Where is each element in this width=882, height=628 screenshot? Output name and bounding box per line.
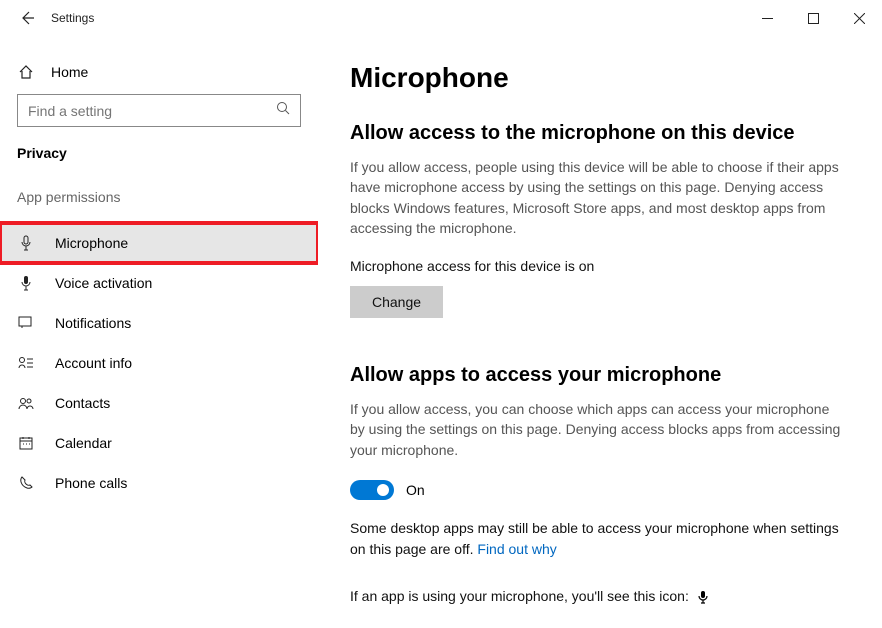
- phone-icon: [17, 476, 35, 490]
- window-title: Settings: [51, 11, 94, 25]
- apps-access-toggle[interactable]: [350, 480, 394, 500]
- sidebar: Home Privacy App permissions Microphone: [0, 36, 318, 503]
- microphone-icon: [17, 235, 35, 251]
- sidebar-item-label: Calendar: [55, 435, 112, 451]
- section-heading: Allow access to the microphone on this d…: [350, 122, 848, 145]
- desktop-apps-note: Some desktop apps may still be able to a…: [350, 518, 848, 560]
- home-label: Home: [51, 64, 88, 80]
- microphone-icon: [17, 275, 35, 291]
- search-box[interactable]: [17, 94, 301, 127]
- change-button[interactable]: Change: [350, 286, 443, 318]
- section-label: App permissions: [0, 189, 318, 223]
- sidebar-item-account-info[interactable]: Account info: [0, 343, 318, 383]
- sidebar-item-label: Account info: [55, 355, 132, 371]
- sidebar-item-label: Voice activation: [55, 275, 152, 291]
- minimize-icon: [762, 13, 773, 24]
- close-button[interactable]: [836, 2, 882, 34]
- search-icon: [276, 101, 290, 120]
- icon-note: If an app is using your microphone, you'…: [350, 586, 848, 607]
- sidebar-item-label: Notifications: [55, 315, 131, 331]
- sidebar-item-contacts[interactable]: Contacts: [0, 383, 318, 423]
- notifications-icon: [17, 316, 35, 330]
- sidebar-item-label: Phone calls: [55, 475, 127, 491]
- page-title: Microphone: [350, 62, 848, 94]
- main-content: Microphone Allow access to the microphon…: [318, 36, 882, 628]
- calendar-icon: [17, 436, 35, 450]
- section-body: If you allow access, you can choose whic…: [350, 399, 848, 460]
- arrow-left-icon: [19, 10, 35, 26]
- search-input[interactable]: [28, 103, 276, 119]
- account-icon: [17, 356, 35, 370]
- toggle-label: On: [406, 482, 425, 498]
- contacts-icon: [17, 396, 35, 410]
- sidebar-item-voice-activation[interactable]: Voice activation: [0, 263, 318, 303]
- sidebar-item-calendar[interactable]: Calendar: [0, 423, 318, 463]
- section-heading: Allow apps to access your microphone: [350, 364, 848, 387]
- close-icon: [854, 13, 865, 24]
- minimize-button[interactable]: [744, 2, 790, 34]
- device-status: Microphone access for this device is on: [350, 258, 848, 274]
- maximize-button[interactable]: [790, 2, 836, 34]
- sidebar-item-microphone[interactable]: Microphone: [0, 223, 318, 263]
- sidebar-item-notifications[interactable]: Notifications: [0, 303, 318, 343]
- category-heading: Privacy: [0, 145, 318, 189]
- microphone-icon: [697, 590, 709, 604]
- sidebar-item-label: Microphone: [55, 235, 128, 251]
- sidebar-item-label: Contacts: [55, 395, 110, 411]
- section-body: If you allow access, people using this d…: [350, 157, 848, 238]
- home-icon: [17, 64, 35, 80]
- home-link[interactable]: Home: [0, 60, 318, 94]
- sidebar-item-phone-calls[interactable]: Phone calls: [0, 463, 318, 503]
- maximize-icon: [808, 13, 819, 24]
- find-out-why-link[interactable]: Find out why: [477, 541, 556, 557]
- back-button[interactable]: [12, 10, 42, 26]
